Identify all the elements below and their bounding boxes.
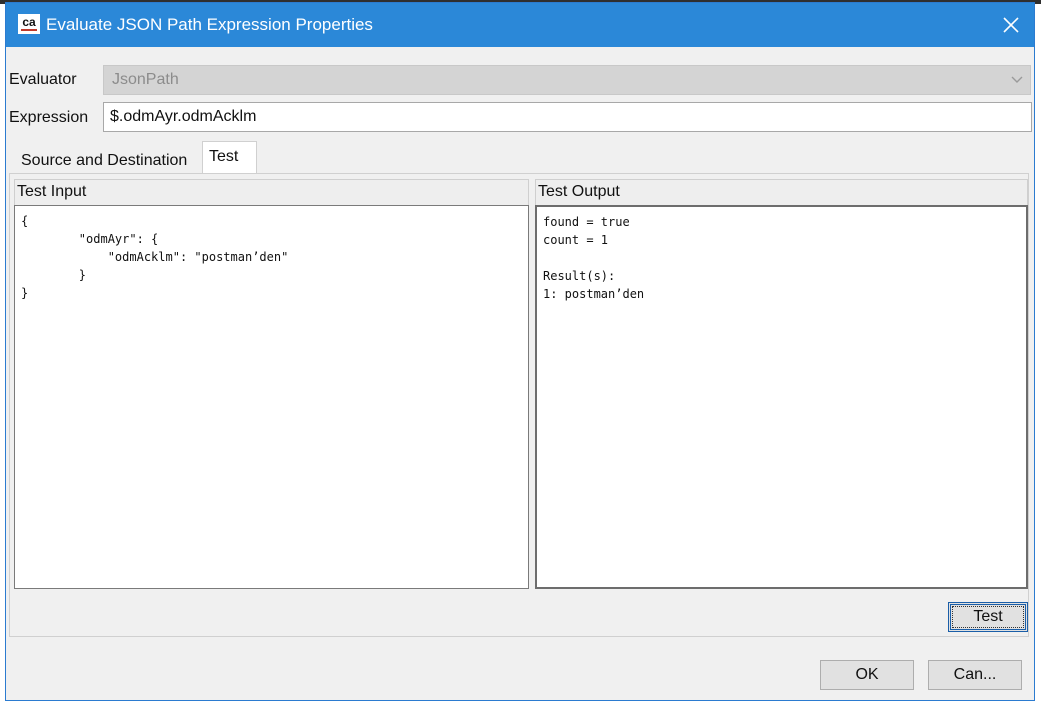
test-input-textarea[interactable]: { "odmAyr": { "odmAcklm": "postman’den" … — [14, 205, 529, 589]
screen: ca Evaluate JSON Path Expression Propert… — [0, 0, 1041, 701]
test-input-header: Test Input — [14, 179, 529, 205]
ok-button[interactable]: OK — [820, 660, 914, 690]
test-tab-panel: Test Input { "odmAyr": { "odmAcklm": "po… — [9, 173, 1029, 637]
close-button[interactable] — [988, 3, 1034, 47]
test-button[interactable]: Test — [948, 602, 1028, 632]
window-title: Evaluate JSON Path Expression Properties — [46, 15, 373, 34]
evaluator-label: Evaluator — [9, 71, 77, 88]
expression-label: Expression — [9, 109, 89, 126]
close-icon — [1003, 17, 1019, 33]
json-path-properties-dialog: ca Evaluate JSON Path Expression Propert… — [5, 2, 1035, 701]
ca-technologies-logo: ca — [18, 14, 40, 34]
title-bar[interactable]: ca Evaluate JSON Path Expression Propert… — [6, 3, 1034, 47]
cancel-button[interactable]: Can... — [928, 660, 1022, 690]
evaluator-select[interactable]: JsonPath — [103, 65, 1031, 95]
tab-strip: Source and Destination Test — [13, 141, 1029, 174]
evaluator-selected-value: JsonPath — [112, 71, 179, 88]
tab-test[interactable]: Test — [202, 141, 257, 174]
background-app-right-edge — [1035, 4, 1041, 701]
tab-source-and-destination[interactable]: Source and Destination — [14, 147, 195, 173]
chevron-down-icon — [1011, 76, 1023, 83]
test-button-label: Test — [973, 608, 1003, 625]
expression-input[interactable] — [103, 102, 1032, 132]
test-output-textarea[interactable]: found = true count = 1 Result(s): 1: pos… — [535, 205, 1028, 589]
cancel-button-label: Can... — [953, 666, 997, 683]
ok-button-label: OK — [855, 666, 879, 683]
svg-text:ca: ca — [22, 15, 36, 29]
test-output-header: Test Output — [535, 179, 1028, 205]
